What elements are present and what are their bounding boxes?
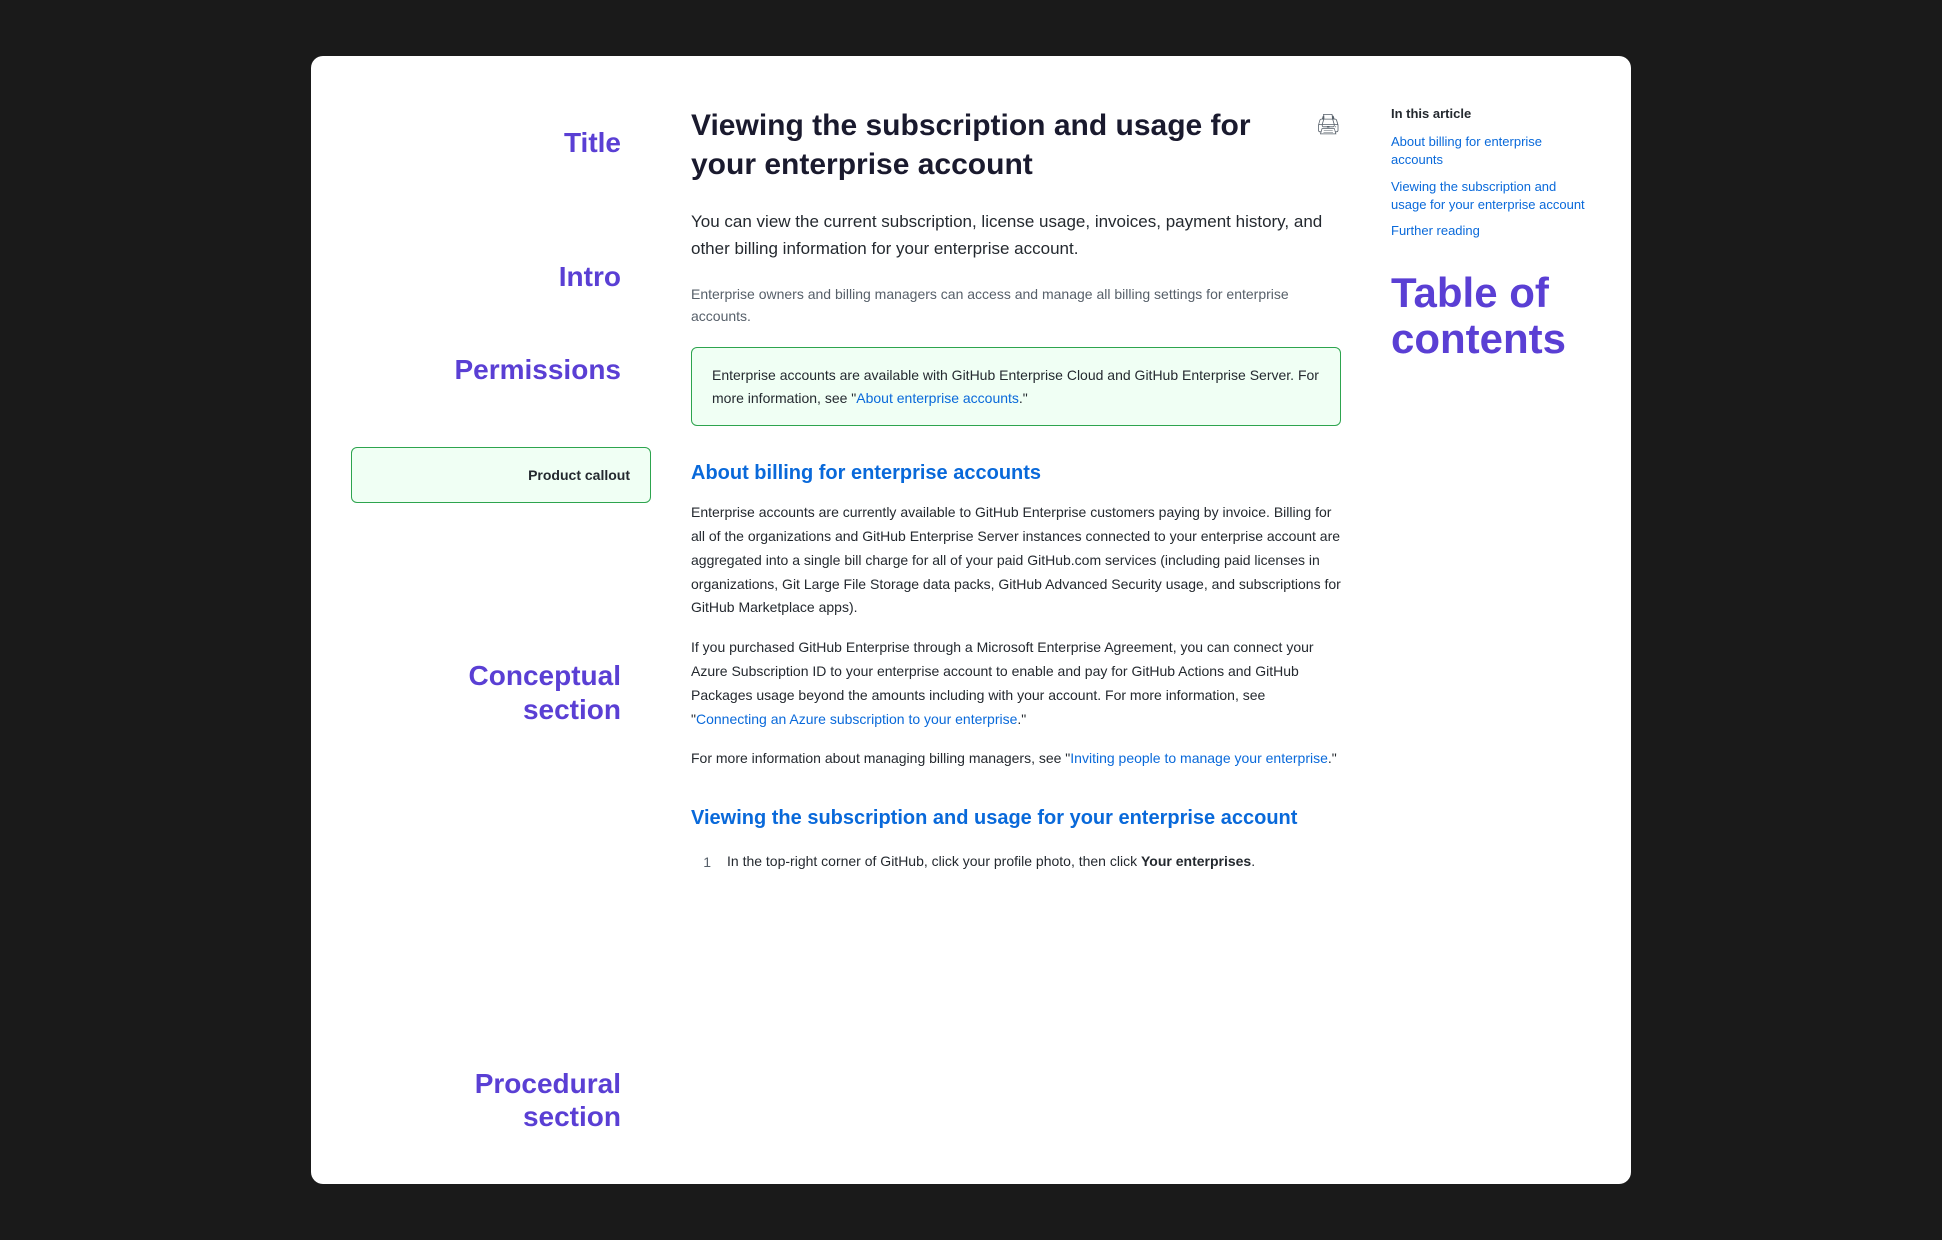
- step-text: In the top-right corner of GitHub, click…: [727, 850, 1255, 875]
- annotation-procedural: Proceduralsection: [351, 1067, 651, 1134]
- conceptual-body-1: Enterprise accounts are currently availa…: [691, 501, 1341, 620]
- step-text-after: .: [1251, 853, 1255, 869]
- main-window: Title Intro Permissions Product callout …: [311, 56, 1631, 1184]
- annotation-title: Title: [351, 126, 651, 160]
- toc-heading-large: Table of contents: [1391, 270, 1591, 362]
- toc-link-further[interactable]: Further reading: [1391, 222, 1591, 240]
- product-callout-box: Enterprise accounts are available with G…: [691, 347, 1341, 426]
- intro-text: You can view the current subscription, l…: [691, 208, 1341, 262]
- conceptual-body-2-after: .": [1017, 711, 1026, 727]
- inviting-people-link[interactable]: Inviting people to manage your enterpris…: [1070, 750, 1328, 766]
- toc-link-viewing[interactable]: Viewing the subscription and usage for y…: [1391, 178, 1591, 214]
- step-list: 1 In the top-right corner of GitHub, cli…: [691, 850, 1341, 875]
- azure-subscription-link[interactable]: Connecting an Azure subscription to your…: [696, 711, 1017, 727]
- toc-column: In this article About billing for enterp…: [1371, 106, 1591, 1134]
- step-text-before: In the top-right corner of GitHub, click…: [727, 853, 1141, 869]
- print-icon[interactable]: 🖨: [1316, 112, 1341, 137]
- article-header: Viewing the subscription and usage for y…: [691, 106, 1341, 184]
- article-title: Viewing the subscription and usage for y…: [691, 106, 1300, 184]
- conceptual-body-2: If you purchased GitHub Enterprise throu…: [691, 636, 1341, 731]
- product-callout-text-end: .": [1019, 390, 1028, 406]
- toc-link-billing[interactable]: About billing for enterprise accounts: [1391, 133, 1591, 169]
- permissions-text: Enterprise owners and billing managers c…: [691, 283, 1341, 328]
- annotation-product-callout: Product callout: [351, 447, 651, 503]
- annotation-conceptual: Conceptualsection: [351, 659, 651, 726]
- conceptual-body-3-after: .": [1328, 750, 1337, 766]
- toc-in-article: In this article: [1391, 106, 1591, 121]
- annotation-permissions: Permissions: [351, 353, 651, 387]
- toc-heading-line1: Table of: [1391, 269, 1549, 316]
- about-enterprise-accounts-link[interactable]: About enterprise accounts: [856, 390, 1019, 406]
- annotations-column: Title Intro Permissions Product callout …: [351, 106, 671, 1134]
- step-number: 1: [691, 850, 711, 875]
- procedural-heading: Viewing the subscription and usage for y…: [691, 807, 1341, 830]
- step-item: 1 In the top-right corner of GitHub, cli…: [691, 850, 1341, 875]
- toc-heading-line2: contents: [1391, 315, 1566, 362]
- conceptual-body-3: For more information about managing bill…: [691, 747, 1341, 771]
- main-content: Viewing the subscription and usage for y…: [671, 106, 1371, 1134]
- conceptual-heading: About billing for enterprise accounts: [691, 462, 1341, 485]
- conceptual-body-3-before: For more information about managing bill…: [691, 750, 1070, 766]
- step-text-bold: Your enterprises: [1141, 853, 1251, 869]
- annotation-intro: Intro: [351, 260, 651, 294]
